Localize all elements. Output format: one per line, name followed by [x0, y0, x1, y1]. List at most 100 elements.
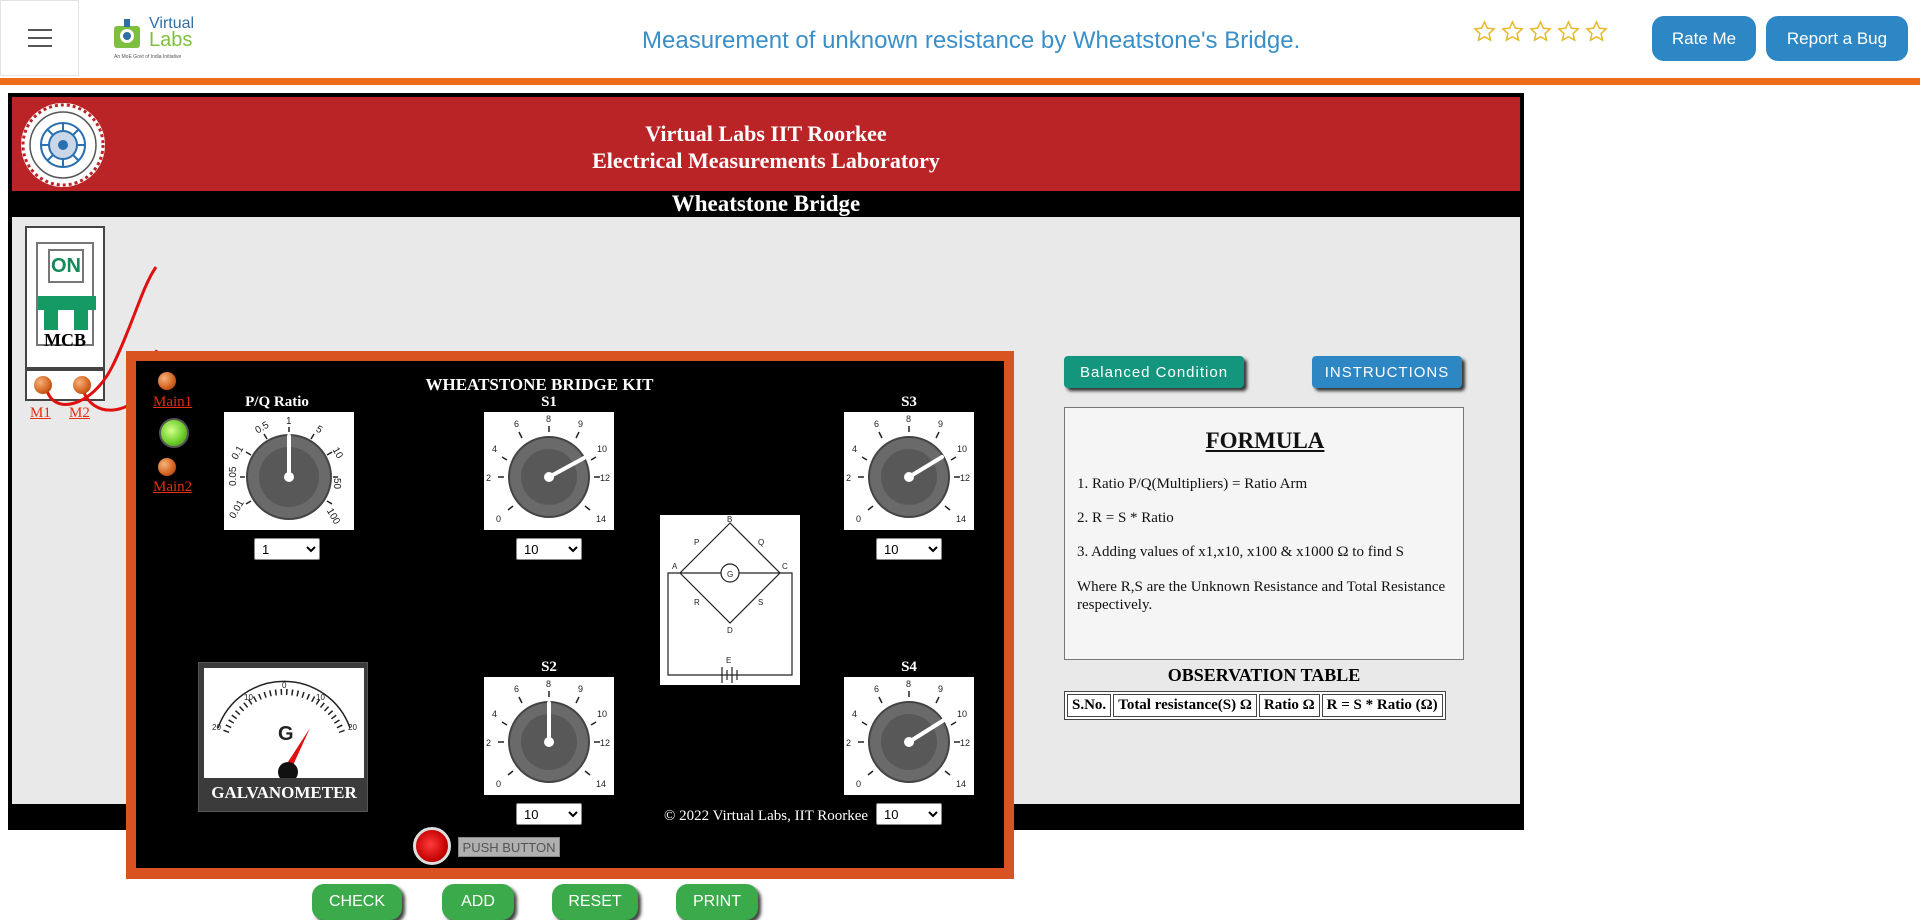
header-line1: Virtual Labs IIT Roorkee	[645, 121, 887, 146]
svg-text:14: 14	[956, 514, 966, 524]
svg-text:B: B	[727, 515, 732, 524]
svg-text:S: S	[758, 598, 763, 607]
svg-text:10: 10	[597, 709, 607, 719]
add-button[interactable]: ADD	[442, 884, 514, 920]
pq-ratio-dial[interactable]: 0.1 0.5 1 5 10 50 100 0.01 0.05	[224, 412, 354, 530]
main2-label[interactable]: Main2	[153, 479, 192, 496]
svg-text:Q: Q	[758, 538, 764, 547]
svg-text:10: 10	[244, 693, 253, 702]
simulator-frame: Virtual Labs IIT Roorkee Electrical Meas…	[8, 93, 1524, 920]
galvanometer-dial-icon: 20 10 0 10 20 G	[212, 680, 357, 782]
observation-table: S.No. Total resistance(S) Ω Ratio Ω R = …	[1064, 691, 1446, 720]
s2-dial[interactable]: 0 2 4 6 8 9 10 12 14	[484, 677, 614, 795]
s3-select[interactable]: 10	[876, 538, 942, 560]
main1-terminal[interactable]	[158, 372, 176, 390]
formula-line-2: 2. R = S * Ratio	[1077, 510, 1174, 526]
star-icon[interactable]	[1473, 20, 1496, 43]
kit-panel: WHEATSTONE BRIDGE KIT Main1 Main2 P/Q Ra…	[136, 361, 1004, 868]
s3-dial[interactable]: 0 2 4 6 8 9 10 12 14	[844, 412, 974, 530]
s4-label: S4	[901, 659, 917, 675]
footer-copyright: © 2022 Virtual Labs, IIT Roorkee	[663, 808, 869, 824]
svg-text:E: E	[726, 656, 731, 665]
print-button[interactable]: PRINT	[676, 884, 758, 920]
m2-terminal[interactable]	[73, 376, 91, 394]
svg-text:6: 6	[874, 419, 879, 429]
col-r-value: R = S * Ratio (Ω)	[1321, 694, 1443, 717]
svg-text:6: 6	[874, 684, 879, 694]
pq-tick-0.1: 0.1	[230, 444, 247, 462]
star-icon[interactable]	[1501, 20, 1524, 43]
formula-title: FORMULA	[1205, 428, 1325, 453]
page-title: Measurement of unknown resistance by Whe…	[642, 27, 1301, 54]
svg-text:12: 12	[600, 473, 610, 483]
col-ratio: Ratio Ω	[1258, 694, 1320, 717]
pq-ratio-label: P/Q Ratio	[245, 394, 309, 410]
top-navbar: Virtual Labs An MoE Govt of India Initiat…	[0, 0, 1920, 78]
bridge-circuit-diagram: G B A C D E P Q R S	[660, 515, 800, 685]
svg-text:4: 4	[492, 444, 497, 454]
s1-label: S1	[541, 394, 557, 410]
logo-line2: Labs	[149, 29, 193, 51]
svg-text:14: 14	[956, 779, 966, 789]
check-button[interactable]: CHECK	[312, 884, 402, 920]
instructions-button[interactable]: INSTRUCTIONS	[1312, 356, 1462, 388]
svg-text:12: 12	[960, 738, 970, 748]
galvanometer-face: 20 10 0 10 20 G	[204, 668, 364, 782]
accent-divider	[0, 78, 1920, 85]
svg-text:4: 4	[852, 444, 857, 454]
pq-dial-knob-icon: 0.1 0.5 1 5 10 50 100 0.01 0.05	[228, 416, 345, 527]
svg-text:8: 8	[546, 679, 551, 689]
m1-terminal[interactable]	[34, 376, 52, 394]
s4-dial-knob-icon: 0 2 4 6 8 9 10 12 14	[846, 679, 970, 789]
svg-text:0: 0	[282, 681, 287, 690]
star-icon[interactable]	[1585, 20, 1608, 43]
svg-text:D: D	[727, 626, 733, 635]
reset-button[interactable]: RESET	[552, 884, 638, 920]
balanced-condition-button[interactable]: Balanced Condition	[1064, 356, 1244, 388]
pq-tick-10: 10	[330, 446, 345, 462]
logo-tagline: An MoE Govt of India Initiative	[114, 54, 182, 60]
flask-icon	[114, 19, 140, 48]
formula-line-1: 1. Ratio P/Q(Multipliers) = Ratio Arm	[1077, 476, 1308, 492]
menu-icon[interactable]	[0, 0, 79, 76]
svg-text:12: 12	[960, 473, 970, 483]
kit-title: WHEATSTONE BRIDGE KIT	[425, 375, 654, 394]
main2-terminal[interactable]	[158, 458, 176, 476]
m2-label[interactable]: M2	[69, 405, 90, 422]
m1-label[interactable]: M1	[30, 405, 51, 422]
report-bug-button[interactable]: Report a Bug	[1766, 16, 1908, 61]
svg-text:10: 10	[597, 444, 607, 454]
svg-text:6: 6	[514, 419, 519, 429]
pq-tick-0.5: 0.5	[254, 420, 272, 437]
svg-text:9: 9	[578, 684, 583, 694]
header-line2: Electrical Measurements Laboratory	[592, 148, 940, 173]
push-button-label[interactable]: PUSH BUTTON	[458, 837, 560, 857]
s1-dial[interactable]: 0 2 4 6 8 9 10 12 14	[484, 412, 614, 530]
push-button[interactable]	[413, 827, 451, 865]
rating-stars[interactable]	[1473, 20, 1608, 43]
pq-tick-0.01: 0.01	[228, 498, 247, 521]
svg-text:0: 0	[856, 779, 861, 789]
svg-text:9: 9	[938, 684, 943, 694]
pq-ratio-select[interactable]: 1	[254, 538, 320, 560]
svg-text:0: 0	[496, 514, 501, 524]
s3-label: S3	[901, 394, 917, 410]
s4-dial[interactable]: 0 2 4 6 8 9 10 12 14	[844, 677, 974, 795]
svg-text:14: 14	[596, 779, 606, 789]
rate-me-button[interactable]: Rate Me	[1652, 16, 1756, 61]
workspace: ON MCB M1 M2 WHEATSTONE BRIDGE KIT Main1…	[12, 217, 1520, 920]
pq-tick-0.05: 0.05	[228, 466, 239, 486]
svg-text:0: 0	[856, 514, 861, 524]
s1-dial-knob-icon: 0 2 4 6 8 9 10 12 14	[486, 414, 610, 524]
s1-select[interactable]: 10	[516, 538, 582, 560]
main1-label[interactable]: Main1	[153, 394, 192, 411]
svg-text:R: R	[694, 598, 700, 607]
svg-text:8: 8	[546, 414, 551, 424]
star-icon[interactable]	[1529, 20, 1552, 43]
svg-text:2: 2	[846, 473, 851, 483]
star-icon[interactable]	[1557, 20, 1580, 43]
svg-text:8: 8	[906, 679, 911, 689]
svg-text:20: 20	[212, 723, 221, 732]
virtual-labs-logo[interactable]: Virtual Labs An MoE Govt of India Initiat…	[110, 14, 200, 62]
svg-text:2: 2	[846, 738, 851, 748]
